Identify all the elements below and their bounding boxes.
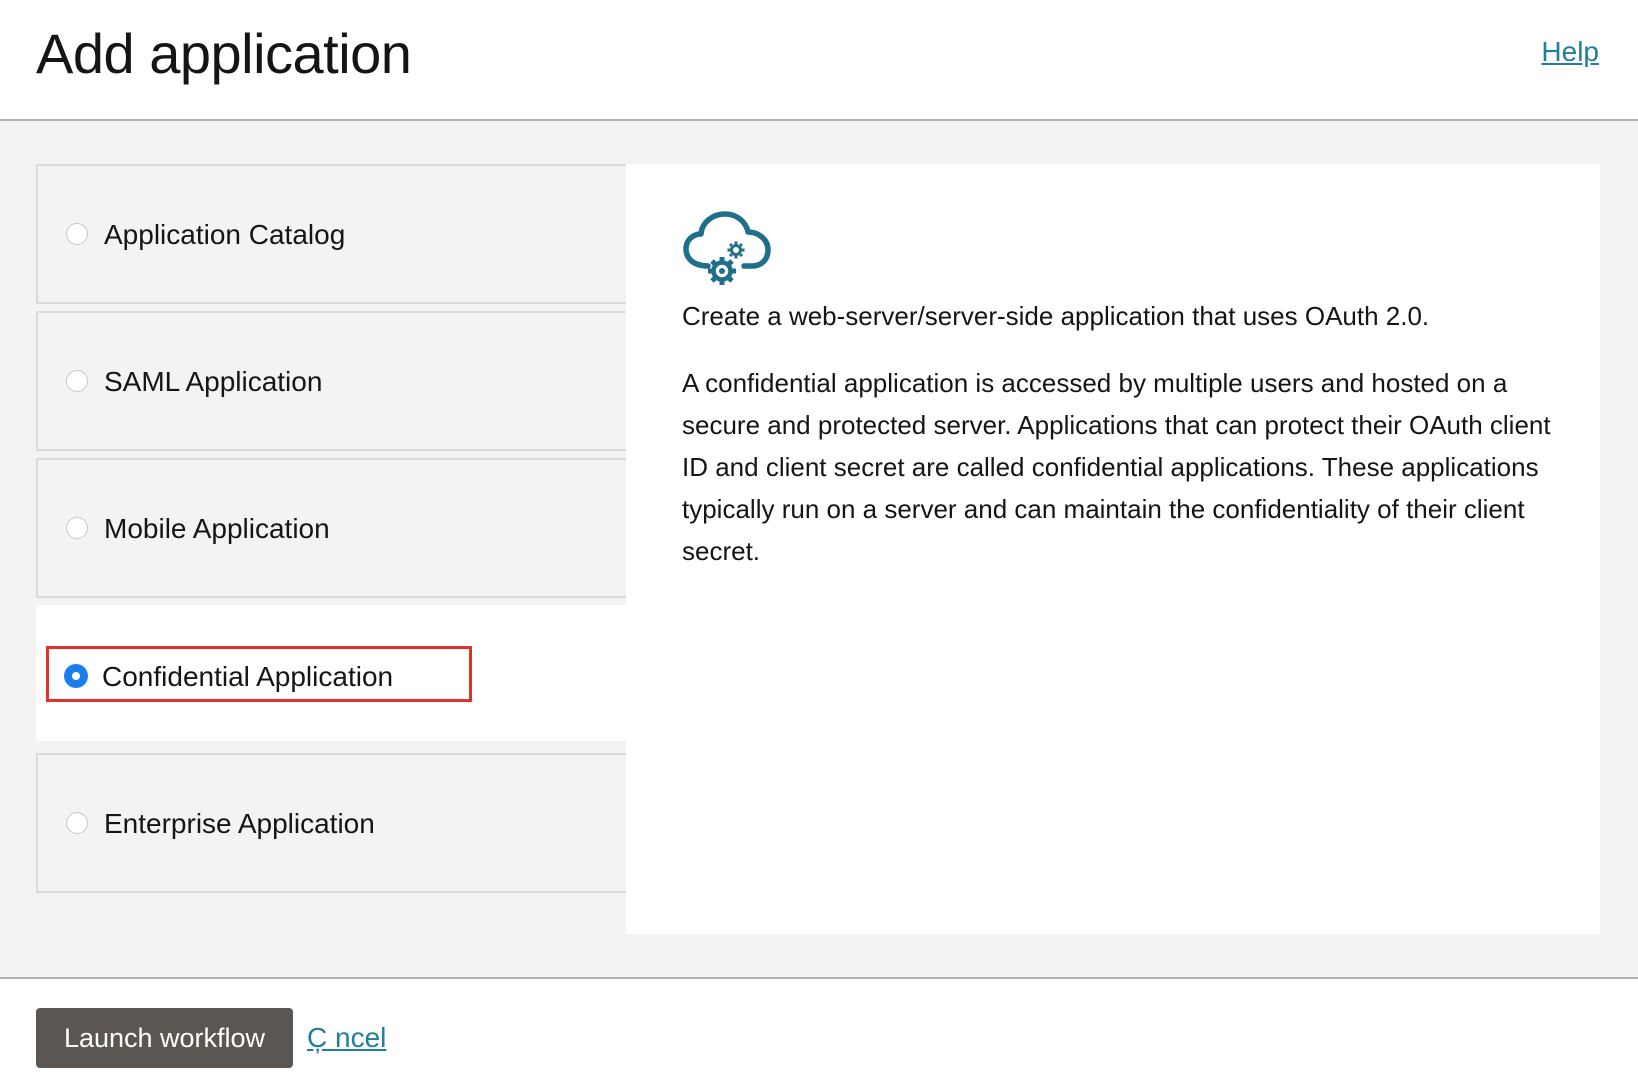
- option-saml-application[interactable]: SAML Application: [36, 311, 626, 451]
- help-link[interactable]: Help: [1541, 36, 1599, 68]
- option-application-catalog[interactable]: Application Catalog: [36, 164, 626, 304]
- cloud-gears-icon: [683, 211, 771, 285]
- radio-mobile-application[interactable]: [66, 517, 88, 539]
- page-title: Add application: [36, 22, 412, 85]
- page-header: Add application Help: [0, 0, 1638, 121]
- option-label: SAML Application: [104, 366, 323, 397]
- detail-summary: Create a web-server/server-side applicat…: [682, 301, 1430, 331]
- option-mobile-application[interactable]: Mobile Application: [36, 458, 626, 598]
- content-area: Application Catalog SAML Application Mob…: [0, 121, 1638, 977]
- cancel-link[interactable]: C̦ ncel: [307, 1022, 386, 1054]
- detail-description: A confidential application is accessed b…: [682, 368, 1551, 566]
- radio-saml-application[interactable]: [66, 370, 88, 392]
- page-footer: Launch workflow C̦ ncel: [0, 977, 1638, 1080]
- radio-enterprise-application[interactable]: [66, 812, 88, 834]
- option-label: Enterprise Application: [104, 808, 375, 839]
- option-enterprise-application[interactable]: Enterprise Application: [36, 753, 626, 893]
- radio-confidential-application[interactable]: [64, 664, 88, 688]
- radio-application-catalog[interactable]: [66, 223, 88, 245]
- launch-workflow-button[interactable]: Launch workflow: [36, 1008, 293, 1068]
- option-label: Application Catalog: [104, 219, 346, 250]
- option-label: Mobile Application: [104, 513, 330, 544]
- option-confidential-application[interactable]: Confidential Application: [36, 605, 626, 741]
- option-label: Confidential Application: [102, 661, 394, 692]
- detail-panel: Create a web-server/server-side applicat…: [626, 164, 1600, 934]
